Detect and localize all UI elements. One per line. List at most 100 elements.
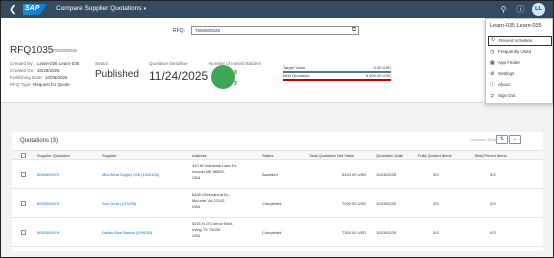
table-title: Quotations (3) [20, 138, 59, 144]
best-priced-items: 0/3 [490, 230, 496, 235]
menu-item-recent-activities[interactable]: ↻ Recent Activities [488, 36, 552, 46]
best-quotation-row: Best Quotation 6,400.00 USD [283, 73, 391, 78]
quotations-panel: Quotations (3) Compare Reset ⇅ ⌄ Supplie… [12, 132, 543, 251]
row-checkbox[interactable] [21, 172, 26, 177]
created-on-value: 10/25/2025 [37, 68, 60, 73]
net-value: 7300.00 USD [342, 230, 367, 235]
rfq-type-value: Request for Quote [33, 82, 70, 87]
menu-item-frequently-used[interactable]: ◷ Frequently Used [488, 47, 552, 57]
rfq-type-label: RFQ Type: [10, 82, 32, 87]
status-label: Status: [95, 61, 110, 66]
target-value-label: Target Value [283, 65, 306, 70]
app-title[interactable]: Compare Supplier Quotations ▾ [56, 5, 146, 12]
chevron-down-icon: ⌄ [512, 136, 518, 142]
status-value: Published [95, 69, 139, 80]
clock-icon: ◷ [490, 49, 495, 55]
shell-bar: ❮ SAP Compare Supplier Quotations ▾ ⚲ ⓘ L… [1, 1, 553, 18]
column-header[interactable]: Status [262, 153, 273, 158]
publishing-date-value: 10/25/2025 [45, 75, 68, 80]
column-header[interactable]: Total Quotation Net Value [309, 153, 354, 158]
compare-button[interactable]: Compare Reset [470, 137, 498, 142]
row-checkbox[interactable] [21, 230, 26, 235]
status-text: Completed [262, 230, 282, 235]
rfq-input-value: 7000000025 [195, 28, 221, 33]
publishing-date-label: Publishing Date: [10, 75, 43, 80]
deadline-label: Quotation Deadline [149, 61, 188, 66]
target-value: 0.00 USD [373, 65, 391, 70]
user-menu: Learn-035 Learn-035 ↻ Recent Activities … [485, 18, 553, 104]
quotation-date: 10/25/2025 [376, 201, 397, 206]
table-row[interactable]: 8000000072 Mid-West Supply 035 (1003163)… [12, 160, 543, 189]
table-header: Supplier Quotation Supplier Address Stat… [12, 150, 543, 160]
created-on-label: Created On: [10, 68, 35, 73]
fully-quoted-items: 3/3 [433, 230, 439, 235]
row-checkbox[interactable] [21, 201, 26, 206]
table-settings-button[interactable]: ⇅ [496, 135, 508, 144]
address-line: McLean VA 22102, [192, 198, 226, 203]
menu-item-label: Sign Out [498, 93, 516, 98]
quotation-date: 10/25/2025 [376, 230, 397, 235]
quotation-link[interactable]: 8000000074 [37, 230, 59, 235]
address-line: Irving TX 75039, [192, 227, 222, 232]
net-value: 6400.00 USD [342, 172, 367, 177]
fully-quoted-items: 3/3 [433, 172, 439, 177]
menu-item-label: Recent Activities [499, 38, 533, 43]
supplier-link[interactable]: Sun Gear (107035) [102, 201, 136, 206]
menu-item-label: About [498, 82, 510, 87]
gear-icon: ⚙ [490, 71, 495, 77]
sap-logo[interactable]: SAP [23, 4, 47, 15]
select-all-checkbox[interactable] [21, 153, 26, 158]
best-priced-items: 0/3 [490, 201, 496, 206]
compare-label: Compare [470, 137, 487, 142]
column-header[interactable]: Best-Priced Items [475, 153, 507, 158]
page-title: RFQ1035 [10, 45, 54, 56]
column-header[interactable]: Fully Quoted Items [418, 153, 452, 158]
supplier-link[interactable]: Mid-West Supply 035 (1003163) [102, 172, 159, 177]
rfq-input[interactable]: 7000000025 ⧉ [191, 26, 359, 35]
status-text: Awarded [262, 172, 278, 177]
target-value-row: Target Value 0.00 USD [283, 65, 391, 70]
column-header[interactable]: Supplier [102, 153, 117, 158]
supplier-link[interactable]: Dallas Bike Basics (109035) [102, 230, 152, 235]
status-text: Completed [262, 201, 282, 206]
deadline-value: 11/24/2025 [149, 69, 209, 83]
back-arrow-icon[interactable]: ❮ [9, 3, 17, 15]
logo-text: SAP [25, 5, 40, 12]
menu-item-label: App Finder [498, 60, 521, 65]
best-quotation-label: Best Quotation [283, 73, 310, 78]
address-line: USA [192, 233, 201, 238]
bidders-chart [211, 65, 235, 89]
object-header: RFQ: 7000000025 ⧉ RFQ1035 7000000025 Cre… [1, 18, 553, 103]
address-line: USA [192, 204, 201, 209]
quotation-date: 10/25/2025 [376, 172, 397, 177]
bidders-count: 3 [234, 81, 237, 87]
page-subtitle: 7000000025 [52, 48, 78, 53]
app-finder-icon: ▦ [490, 60, 495, 66]
chevron-down-icon: ▾ [143, 6, 147, 12]
bidders-count: 3 [234, 70, 237, 76]
help-icon[interactable]: ⓘ [515, 4, 526, 15]
table-menu-button[interactable]: ⌄ [509, 135, 521, 144]
fully-quoted-items: 3/3 [433, 201, 439, 206]
quotation-link[interactable]: 8000000072 [37, 172, 59, 177]
menu-item-app-finder[interactable]: ▦ App Finder [488, 58, 552, 68]
avatar[interactable]: LL [532, 3, 545, 16]
table-row[interactable]: 8000000074 Dallas Bike Basics (109035) 5… [12, 218, 543, 247]
app-window: ❮ SAP Compare Supplier Quotations ▾ ⚲ ⓘ L… [0, 0, 554, 258]
address-line: USA [192, 175, 201, 180]
column-header[interactable]: Supplier Quotation [37, 153, 70, 158]
menu-item-about[interactable]: ⓘ About [488, 80, 552, 90]
menu-item-sign-out[interactable]: ➲ Sign Out [488, 91, 552, 101]
best-quotation-value: 6,400.00 USD [365, 73, 391, 78]
menu-item-settings[interactable]: ⚙ Settings [488, 69, 552, 79]
value-help-icon[interactable]: ⧉ [352, 27, 356, 34]
table-row[interactable]: 8000000073 Sun Gear (107035) 6405 Greena… [12, 189, 543, 218]
column-header[interactable]: Quotation Date [376, 153, 403, 158]
menu-item-label: Settings [498, 71, 515, 76]
app-title-text: Compare Supplier Quotations [56, 5, 142, 12]
address-line: Lincoln NE 68528, [192, 169, 225, 174]
search-icon[interactable]: ⚲ [498, 4, 509, 15]
column-header[interactable]: Address [192, 153, 207, 158]
quotation-link[interactable]: 8000000073 [37, 201, 59, 206]
created-by-label: Created By: [10, 61, 34, 66]
